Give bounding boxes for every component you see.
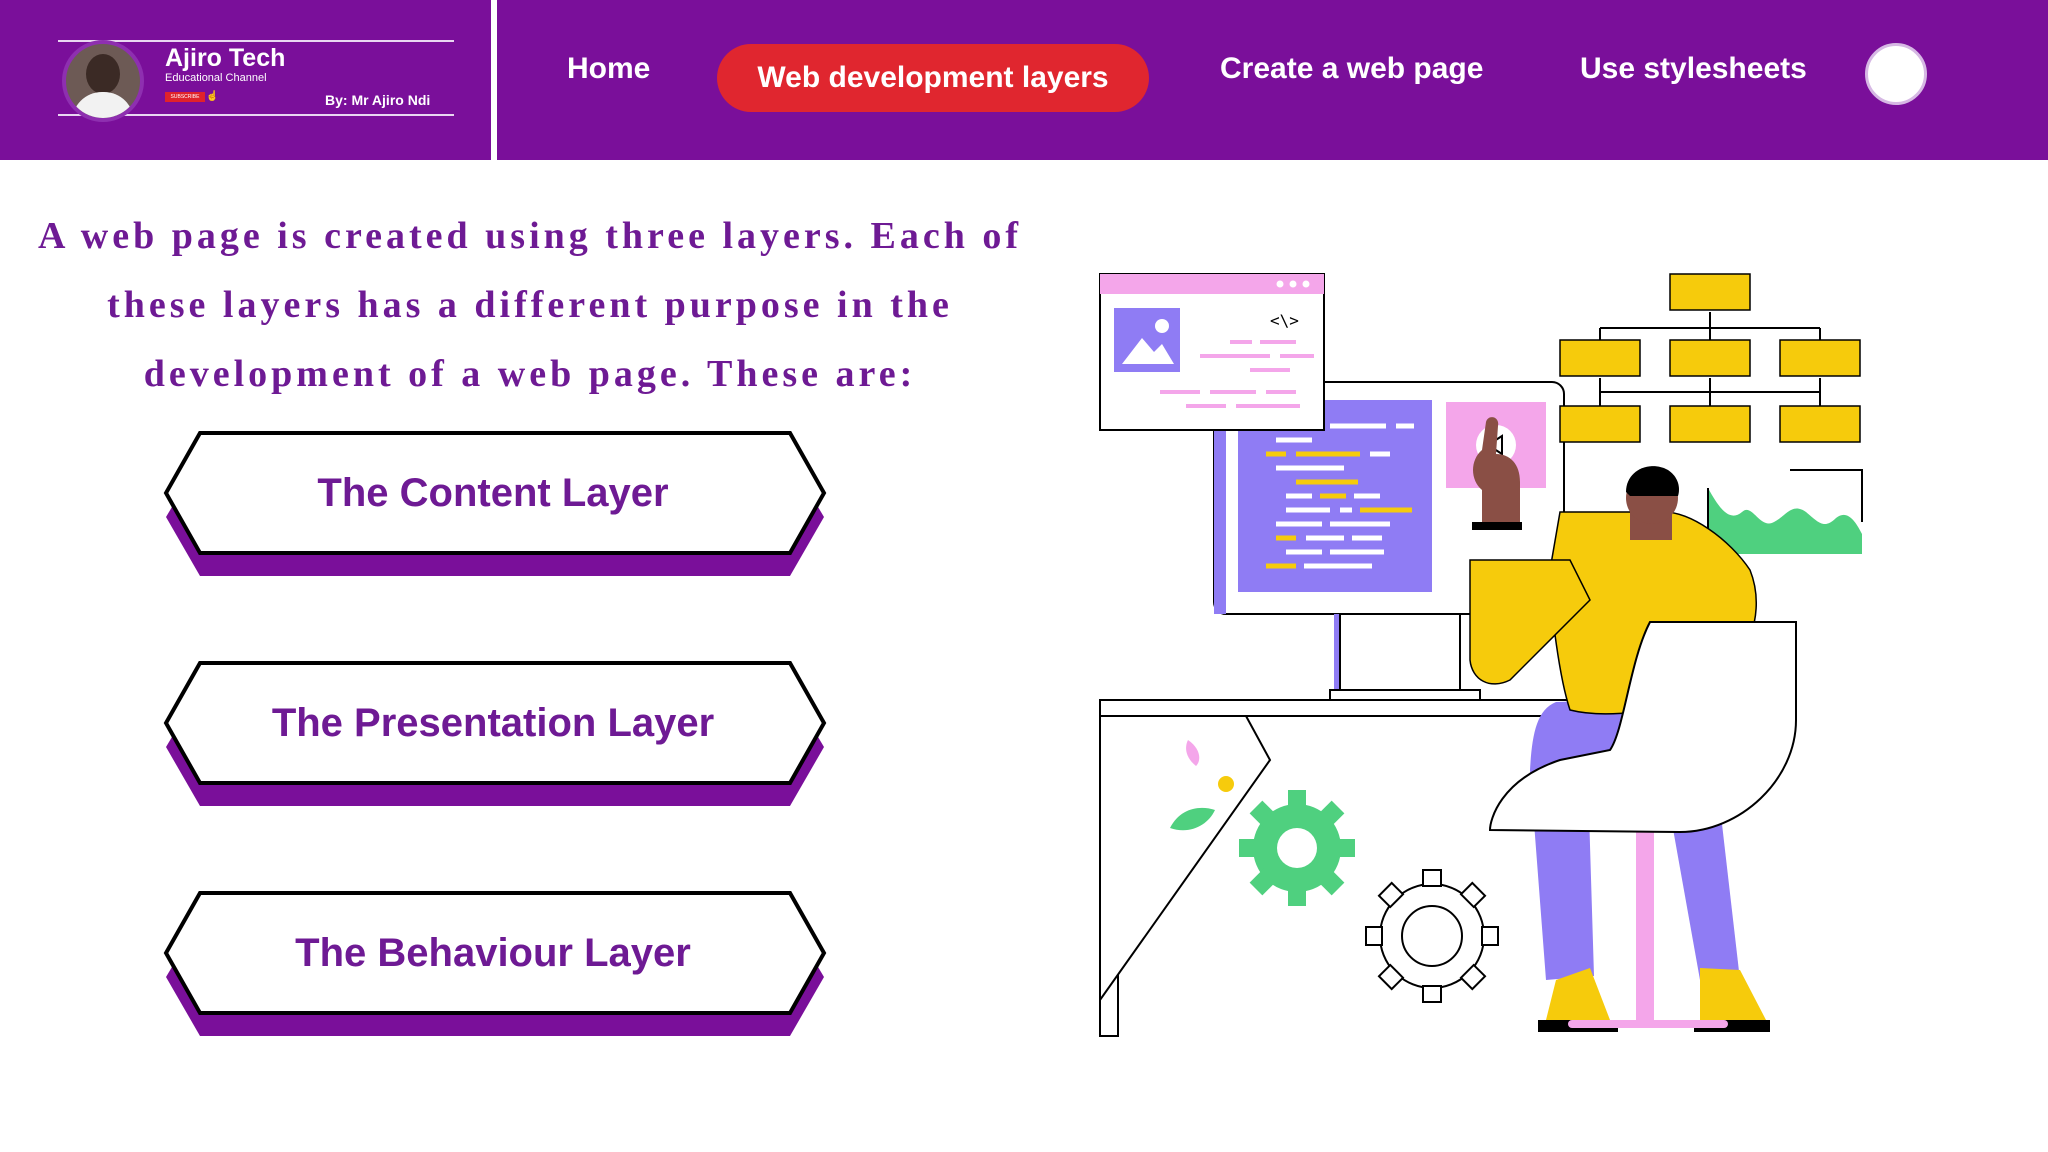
illustration-svg: <\>: [1099, 273, 1863, 1037]
avatar-head: [86, 54, 120, 94]
chair: [1488, 621, 1797, 1028]
avatar: [62, 40, 144, 122]
outline-gear-icon: [1365, 869, 1499, 1003]
brand-name: Ajiro Tech: [165, 44, 286, 72]
nav-web-development-layers[interactable]: Web development layers: [717, 44, 1149, 112]
content-layer-label: The Content Layer: [317, 471, 669, 515]
content-layer-button[interactable]: The Content Layer: [162, 430, 828, 580]
brand-byline: By: Mr Ajiro Ndi: [325, 92, 431, 108]
intro-text: A web page is created using three layers…: [37, 215, 1023, 395]
topbar-divider: [491, 0, 497, 160]
top-navigation-bar: Ajiro Tech Educational Channel SUBSCRIBE…: [0, 0, 2048, 160]
green-gear-icon: [1239, 790, 1355, 906]
nav-circle-button[interactable]: [1865, 43, 1927, 105]
web-developer-illustration: <\>: [1090, 260, 1890, 1040]
sitemap-diagram: [1559, 273, 1861, 443]
nav-use-stylesheets[interactable]: Use stylesheets: [1580, 52, 1807, 86]
behaviour-layer-label: The Behaviour Layer: [295, 931, 691, 975]
behaviour-layer-button[interactable]: The Behaviour Layer: [162, 890, 828, 1040]
area-chart-icon: [1707, 469, 1863, 554]
brand-subtitle: Educational Channel: [165, 72, 267, 84]
browser-window: <\>: [1099, 273, 1325, 431]
subscribe-button[interactable]: SUBSCRIBE: [165, 92, 205, 102]
cursor-icon: ☝: [206, 91, 219, 102]
presentation-layer-label: The Presentation Layer: [271, 701, 715, 745]
presentation-layer-button[interactable]: The Presentation Layer: [162, 660, 828, 810]
avatar-shirt: [72, 92, 134, 118]
code-tag: <\>: [1270, 311, 1299, 330]
nav-home[interactable]: Home: [567, 52, 650, 86]
nav-create-web-page[interactable]: Create a web page: [1220, 52, 1483, 86]
